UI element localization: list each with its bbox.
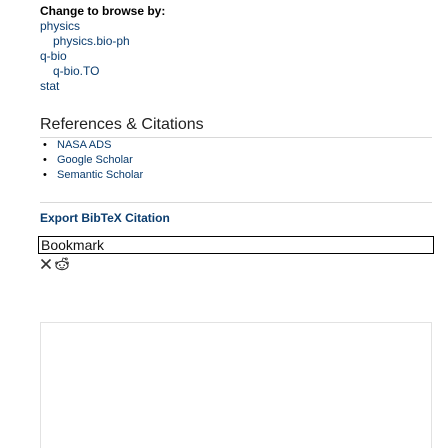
browse-link-physics-bio-ph[interactable]: physics.bio-ph bbox=[53, 34, 130, 48]
references-title: References & Citations bbox=[40, 116, 204, 133]
references-bottom-divider bbox=[40, 202, 432, 203]
bookmark-icons bbox=[40, 256, 70, 272]
references-list: NASA ADS Google Scholar Semantic Scholar bbox=[43, 138, 143, 183]
embedded-frame bbox=[40, 322, 432, 448]
list-item: Google Scholar bbox=[43, 153, 143, 168]
x-icon[interactable] bbox=[40, 258, 52, 270]
browse-link-q-bio[interactable]: q-bio bbox=[40, 49, 67, 63]
list-item: NASA ADS bbox=[43, 138, 143, 153]
browse-by-title: Change to browse by: bbox=[40, 4, 166, 18]
browse-link-physics[interactable]: physics bbox=[40, 19, 80, 33]
reddit-icon[interactable] bbox=[54, 256, 70, 272]
google-scholar-link[interactable]: Google Scholar bbox=[57, 154, 133, 166]
export-bibtex[interactable]: Export BibTeX Citation bbox=[40, 211, 170, 225]
export-bibtex-link[interactable]: Export BibTeX Citation bbox=[40, 211, 170, 225]
list-item: Semantic Scholar bbox=[43, 168, 143, 183]
browse-link-stat[interactable]: stat bbox=[40, 79, 59, 93]
browse-by-section: Change to browse by: physics physics.bio… bbox=[40, 4, 165, 94]
nasa-ads-link[interactable]: NASA ADS bbox=[57, 139, 111, 151]
semantic-scholar-link[interactable]: Semantic Scholar bbox=[57, 169, 143, 181]
bookmark-heading: Bookmark bbox=[38, 236, 434, 254]
browse-link-q-bio-to[interactable]: q-bio.TO bbox=[53, 64, 99, 78]
